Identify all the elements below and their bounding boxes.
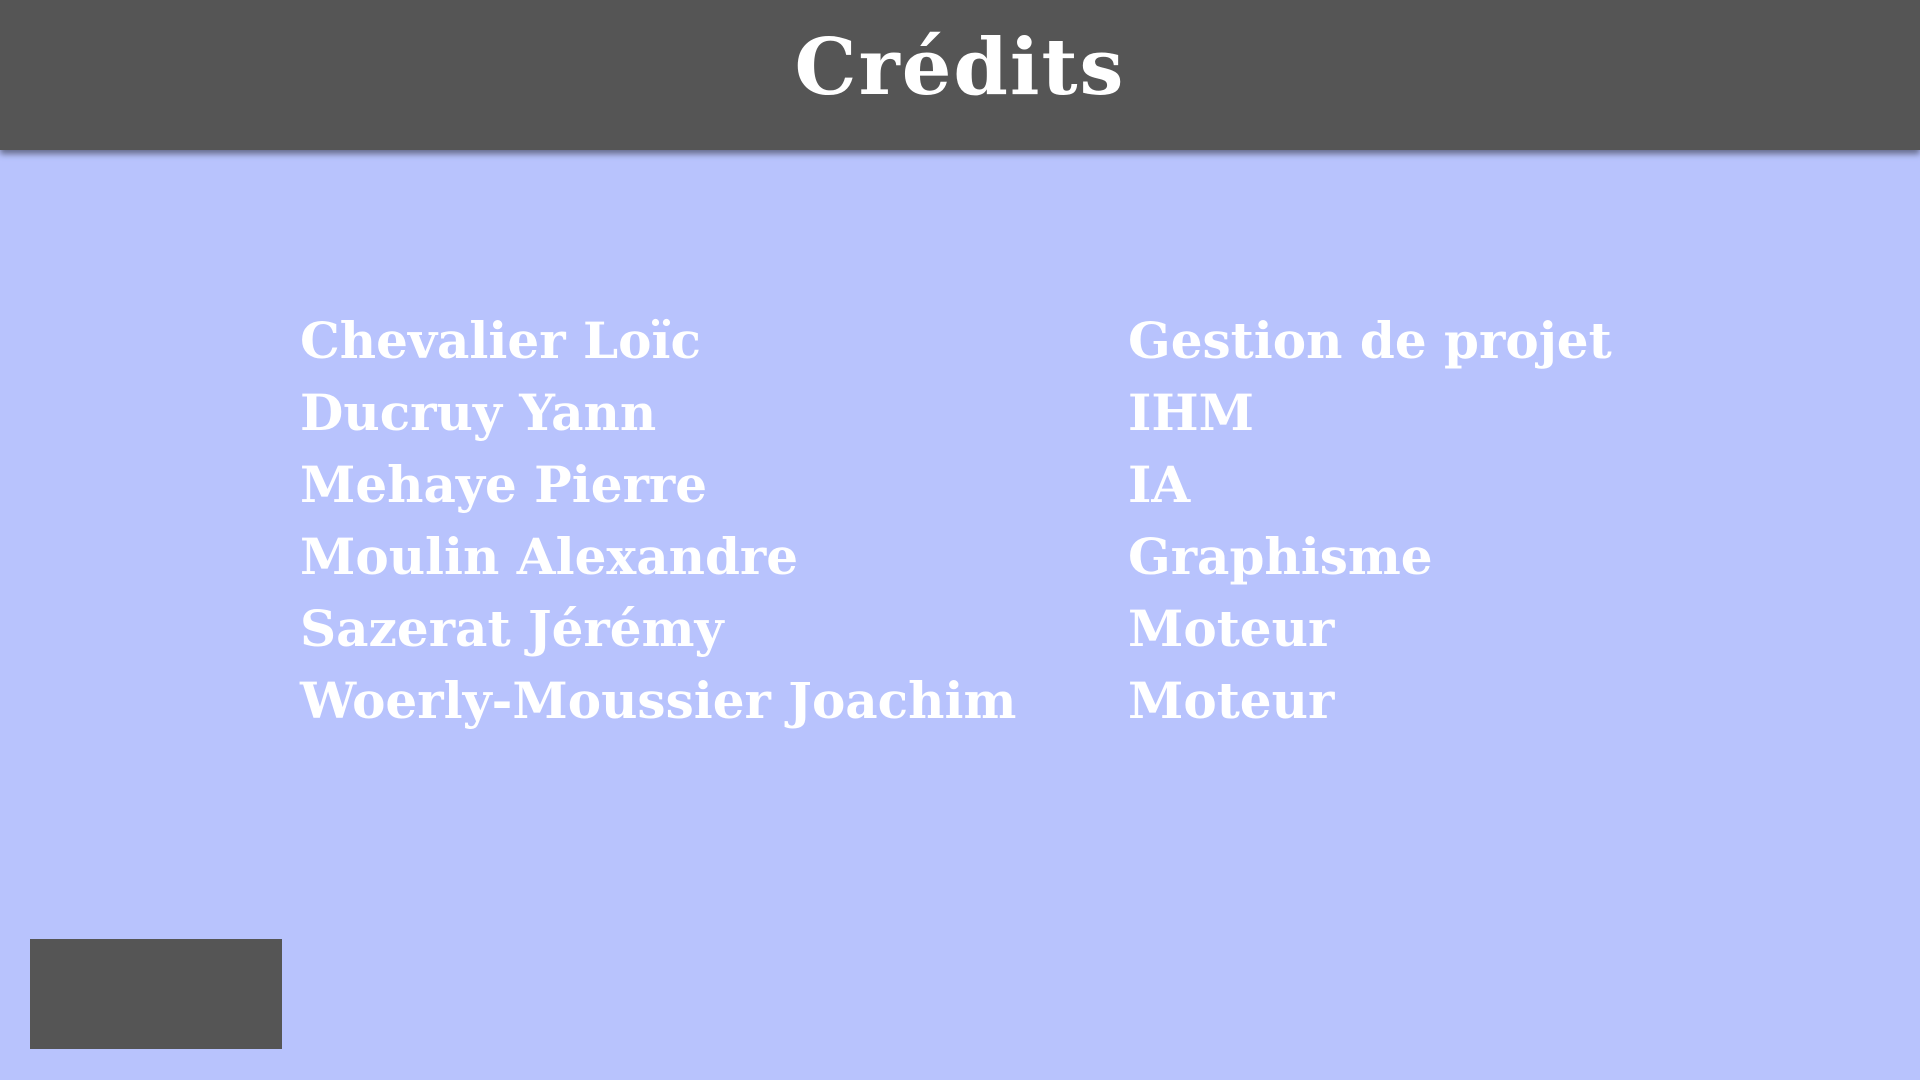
credit-row: Chevalier Loïc Gestion de projet <box>300 305 1700 377</box>
credit-role: Moteur <box>1128 599 1335 658</box>
credit-role: IA <box>1128 455 1191 514</box>
back-button[interactable] <box>30 939 282 1049</box>
credit-name: Sazerat Jérémy <box>300 599 724 658</box>
credit-name: Mehaye Pierre <box>300 455 708 514</box>
credit-name: Chevalier Loïc <box>300 311 701 370</box>
credit-name: Woerly-Moussier Joachim <box>300 671 1017 730</box>
credit-role: Moteur <box>1128 671 1335 730</box>
credit-role: IHM <box>1128 383 1254 442</box>
page-title: Crédits <box>794 21 1126 113</box>
credits-list: Chevalier Loïc Gestion de projet Ducruy … <box>300 305 1700 737</box>
credit-row: Woerly-Moussier Joachim Moteur <box>300 665 1700 737</box>
credit-role: Gestion de projet <box>1128 311 1612 370</box>
credit-row: Mehaye Pierre IA <box>300 449 1700 521</box>
credit-name: Ducruy Yann <box>300 383 657 442</box>
credit-row: Sazerat Jérémy Moteur <box>300 593 1700 665</box>
credit-row: Ducruy Yann IHM <box>300 377 1700 449</box>
header-bar: Crédits <box>0 0 1920 150</box>
credits-screen: Crédits Chevalier Loïc Gestion de projet… <box>0 0 1920 1080</box>
credit-role: Graphisme <box>1128 527 1433 586</box>
credit-name: Moulin Alexandre <box>300 527 799 586</box>
credit-row: Moulin Alexandre Graphisme <box>300 521 1700 593</box>
